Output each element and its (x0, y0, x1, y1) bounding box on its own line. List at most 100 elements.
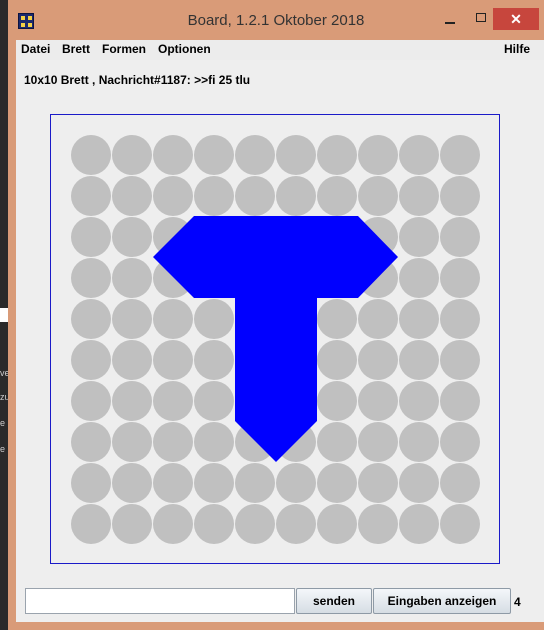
board-cell[interactable] (235, 463, 275, 503)
close-button[interactable]: ✕ (493, 8, 539, 30)
board-cell[interactable] (317, 463, 357, 503)
board-cell[interactable] (276, 135, 316, 175)
board-cell[interactable] (153, 299, 193, 339)
board-cell[interactable] (112, 340, 152, 380)
board-cell[interactable] (440, 299, 480, 339)
board-cell[interactable] (317, 176, 357, 216)
menu-datei[interactable]: Datei (21, 42, 50, 56)
board-canvas[interactable] (51, 115, 499, 563)
title-bar[interactable]: Board, 1.2.1 Oktober 2018 ✕ (8, 0, 544, 40)
board-cell[interactable] (440, 504, 480, 544)
game-board[interactable] (50, 114, 500, 564)
board-cell[interactable] (317, 135, 357, 175)
board-cell[interactable] (276, 176, 316, 216)
menu-bar: Datei Brett Formen Optionen Hilfe (16, 40, 544, 60)
board-cell[interactable] (71, 176, 111, 216)
menu-formen[interactable]: Formen (102, 42, 146, 56)
board-cell[interactable] (358, 422, 398, 462)
board-cell[interactable] (399, 340, 439, 380)
board-cell[interactable] (276, 463, 316, 503)
menu-hilfe[interactable]: Hilfe (504, 42, 530, 56)
board-cell[interactable] (440, 176, 480, 216)
board-cell[interactable] (358, 504, 398, 544)
message-input[interactable] (25, 588, 295, 614)
board-cell[interactable] (153, 135, 193, 175)
board-cell[interactable] (317, 381, 357, 421)
board-cell[interactable] (194, 299, 234, 339)
board-cell[interactable] (112, 299, 152, 339)
board-cell[interactable] (112, 504, 152, 544)
board-cell[interactable] (71, 504, 111, 544)
maximize-button[interactable] (468, 8, 496, 30)
board-cell[interactable] (317, 504, 357, 544)
board-cell[interactable] (358, 135, 398, 175)
board-cell[interactable] (358, 340, 398, 380)
board-cell[interactable] (317, 299, 357, 339)
background-block (0, 308, 8, 322)
board-cell[interactable] (112, 381, 152, 421)
board-cell[interactable] (153, 340, 193, 380)
menu-optionen[interactable]: Optionen (158, 42, 211, 56)
background-text-fragment: e (0, 418, 6, 428)
board-cell[interactable] (71, 463, 111, 503)
board-cell[interactable] (71, 299, 111, 339)
board-cell[interactable] (358, 299, 398, 339)
show-inputs-button[interactable]: Eingaben anzeigen (373, 588, 511, 614)
board-cell[interactable] (276, 504, 316, 544)
board-cell[interactable] (317, 340, 357, 380)
board-cell[interactable] (440, 463, 480, 503)
board-cell[interactable] (112, 422, 152, 462)
board-cell[interactable] (399, 422, 439, 462)
board-cell[interactable] (399, 217, 439, 257)
board-cell[interactable] (153, 422, 193, 462)
board-cell[interactable] (399, 135, 439, 175)
board-cell[interactable] (358, 381, 398, 421)
board-cell[interactable] (440, 258, 480, 298)
board-cell[interactable] (112, 135, 152, 175)
menu-brett[interactable]: Brett (62, 42, 90, 56)
board-cell[interactable] (194, 463, 234, 503)
board-cell[interactable] (71, 217, 111, 257)
board-cell[interactable] (399, 299, 439, 339)
board-cell[interactable] (317, 422, 357, 462)
board-cell[interactable] (112, 217, 152, 257)
board-cell[interactable] (153, 176, 193, 216)
board-cell[interactable] (71, 422, 111, 462)
close-icon: ✕ (510, 11, 522, 27)
board-cell[interactable] (440, 340, 480, 380)
board-cell[interactable] (71, 135, 111, 175)
board-cell[interactable] (440, 381, 480, 421)
board-cell[interactable] (153, 381, 193, 421)
board-cell[interactable] (71, 381, 111, 421)
board-cell[interactable] (153, 504, 193, 544)
board-cell[interactable] (399, 504, 439, 544)
board-cell[interactable] (194, 381, 234, 421)
board-cell[interactable] (194, 135, 234, 175)
board-cell[interactable] (194, 340, 234, 380)
board-cell[interactable] (112, 463, 152, 503)
board-cell[interactable] (194, 176, 234, 216)
board-cell[interactable] (358, 463, 398, 503)
board-cell[interactable] (112, 176, 152, 216)
board-cell[interactable] (440, 422, 480, 462)
board-cell[interactable] (235, 504, 275, 544)
board-cell[interactable] (194, 504, 234, 544)
board-cell[interactable] (112, 258, 152, 298)
board-cell[interactable] (235, 135, 275, 175)
board-cell[interactable] (71, 258, 111, 298)
minimize-button[interactable] (436, 8, 464, 30)
background-text-fragment: e (0, 444, 6, 454)
board-cell[interactable] (440, 135, 480, 175)
board-cell[interactable] (71, 340, 111, 380)
send-button[interactable]: senden (296, 588, 372, 614)
board-cell[interactable] (399, 176, 439, 216)
board-cell[interactable] (399, 463, 439, 503)
board-cell[interactable] (235, 176, 275, 216)
board-cell[interactable] (399, 381, 439, 421)
board-cell[interactable] (153, 463, 193, 503)
board-cell[interactable] (194, 422, 234, 462)
board-cell[interactable] (399, 258, 439, 298)
minimize-icon (445, 22, 455, 24)
board-cell[interactable] (440, 217, 480, 257)
board-cell[interactable] (358, 176, 398, 216)
